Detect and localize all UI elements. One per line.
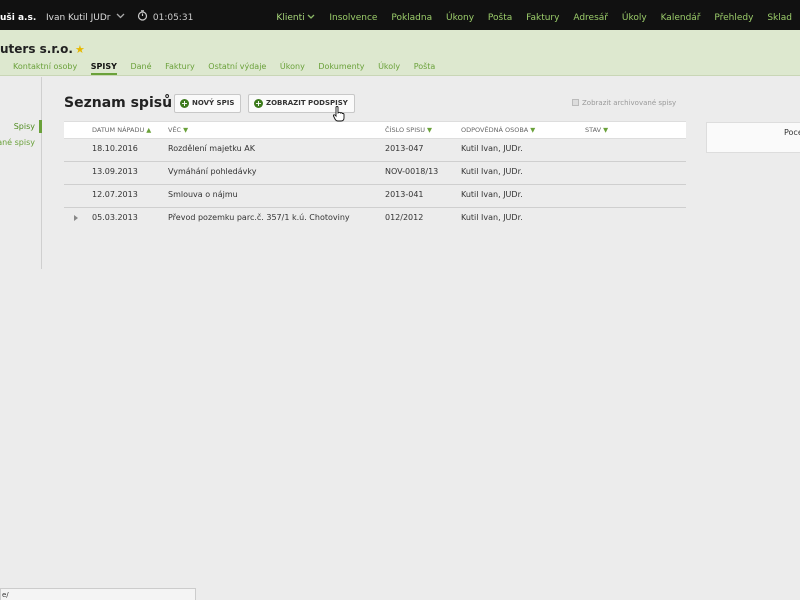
row-matter[interactable]: Převod pozemku parc.č. 357/1 k.ú. Chotov… xyxy=(168,213,350,222)
client-title: uters s.r.o. ★ xyxy=(0,42,85,56)
sort-down-icon: ▼ xyxy=(530,126,536,134)
sort-down-icon: ▼ xyxy=(603,126,609,134)
tab-posta[interactable]: Pošta xyxy=(414,62,436,71)
client-tabs: Kontaktní osoby SPISY Dané Faktury Ostat… xyxy=(13,62,446,75)
cases-table: DATUM NÁPADU ▲ VĚC ▼ ČÍSLO SPISU ▼ ODPOVĚDN… xyxy=(64,121,686,231)
column-header-person[interactable]: ODPOVĚDNÁ OSOBA ▼ xyxy=(461,126,535,134)
stopwatch-icon xyxy=(137,1,148,21)
nav-item-pokladna[interactable]: Pokladna xyxy=(391,13,432,23)
client-header: uters s.r.o. ★ Kontaktní osoby SPISY Dané… xyxy=(0,30,800,76)
tab-faktury[interactable]: Faktury xyxy=(165,62,195,71)
chevron-down-icon xyxy=(308,14,315,19)
timer[interactable]: 01:05:31 xyxy=(137,0,193,30)
nav-item-ukony[interactable]: Úkony xyxy=(446,13,474,23)
nav-item-adresar[interactable]: Adresář xyxy=(573,13,608,23)
row-person: Kutil Ivan, JUDr. xyxy=(461,167,523,176)
user-name: Ivan Kutil JUDr xyxy=(46,13,111,23)
client-name: uters s.r.o. xyxy=(0,42,73,56)
nav-item-sklad[interactable]: Sklad xyxy=(767,13,792,23)
row-person: Kutil Ivan, JUDr. xyxy=(461,190,523,199)
row-matter[interactable]: Smlouva o nájmu xyxy=(168,190,238,199)
expand-row-icon[interactable] xyxy=(74,215,78,221)
main-nav: Klienti Insolvence Pokladna Úkony Pošta … xyxy=(254,0,792,30)
column-header-number[interactable]: ČÍSLO SPISU ▼ xyxy=(385,126,432,134)
sidebar-item-spisy[interactable]: Spisy xyxy=(14,120,43,133)
left-sidebar: Spisy ané spisy xyxy=(0,77,43,269)
new-case-label: NOVÝ SPIS xyxy=(192,99,235,107)
table-header: DATUM NÁPADU ▲ VĚC ▼ ČÍSLO SPISU ▼ ODPOVĚDN… xyxy=(64,121,686,139)
row-number: 2013-041 xyxy=(385,190,424,199)
row-date: 05.03.2013 xyxy=(92,213,138,222)
status-bar: e/ xyxy=(0,588,196,600)
archive-toggle[interactable]: Zobrazit archivované spisy xyxy=(572,99,676,107)
star-icon[interactable]: ★ xyxy=(75,43,85,56)
column-header-matter[interactable]: VĚC ▼ xyxy=(168,126,188,134)
column-header-state[interactable]: STAV ▼ xyxy=(585,126,608,134)
tab-spisy[interactable]: SPISY xyxy=(90,62,117,75)
column-header-date[interactable]: DATUM NÁPADU ▲ xyxy=(92,126,151,134)
archive-checkbox[interactable] xyxy=(572,99,579,106)
tab-ukony[interactable]: Úkony xyxy=(280,62,305,71)
new-case-button[interactable]: + NOVÝ SPIS xyxy=(174,94,242,113)
tab-kontaktni-osoby[interactable]: Kontaktní osoby xyxy=(13,62,77,71)
row-matter[interactable]: Vymáhání pohledávky xyxy=(168,167,256,176)
table-row[interactable]: 05.03.2013 Převod pozemku parc.č. 357/1 … xyxy=(64,208,686,231)
plus-icon: + xyxy=(254,99,263,108)
sort-down-icon: ▼ xyxy=(427,126,432,134)
company-name[interactable]: uši a.s. xyxy=(0,0,36,30)
row-number: NOV-0018/13 xyxy=(385,167,439,176)
summary-card: Pocet xyxy=(706,122,800,153)
row-date: 12.07.2013 xyxy=(92,190,138,199)
nav-item-insolvence[interactable]: Insolvence xyxy=(329,13,377,23)
summary-card-label: Pocet xyxy=(784,128,800,137)
row-date: 18.10.2016 xyxy=(92,144,138,153)
nav-item-faktury[interactable]: Faktury xyxy=(526,13,559,23)
timer-value: 01:05:31 xyxy=(152,13,194,23)
row-date: 13.09.2013 xyxy=(92,167,138,176)
sort-down-icon: ▼ xyxy=(183,126,189,134)
plus-icon: + xyxy=(180,99,189,108)
hand-cursor-icon xyxy=(332,106,345,122)
row-matter[interactable]: Rozdělení majetku AK xyxy=(168,144,255,153)
table-row[interactable]: 12.07.2013 Smlouva o nájmu 2013-041 Kuti… xyxy=(64,185,686,208)
nav-item-ukoly[interactable]: Úkoly xyxy=(622,13,647,23)
tab-dane[interactable]: Dané xyxy=(130,62,151,71)
tab-ukoly[interactable]: Úkoly xyxy=(378,62,400,71)
table-row[interactable]: 13.09.2013 Vymáhání pohledávky NOV-0018/… xyxy=(64,162,686,185)
nav-item-posta[interactable]: Pošta xyxy=(488,13,512,23)
nav-item-klienti[interactable]: Klienti xyxy=(265,13,315,23)
sidebar-item-archived[interactable]: ané spisy xyxy=(0,138,35,147)
tab-ostatni-vydaje[interactable]: Ostatní výdaje xyxy=(208,62,266,71)
page-title: Seznam spisů xyxy=(64,95,173,111)
row-person: Kutil Ivan, JUDr. xyxy=(461,213,523,222)
row-number: 2013-047 xyxy=(385,144,424,153)
top-bar: uši a.s. Ivan Kutil JUDr 01:05:31 Klient… xyxy=(0,0,800,30)
row-number: 012/2012 xyxy=(385,213,424,222)
nav-item-prehledy[interactable]: Přehledy xyxy=(714,13,753,23)
tab-dokumenty[interactable]: Dokumenty xyxy=(318,62,364,71)
user-menu[interactable]: Ivan Kutil JUDr xyxy=(46,0,125,30)
nav-item-kalendar[interactable]: Kalendář xyxy=(661,13,701,23)
sort-up-icon: ▲ xyxy=(146,126,152,134)
table-row[interactable]: 18.10.2016 Rozdělení majetku AK 2013-047… xyxy=(64,139,686,162)
archive-label: Zobrazit archivované spisy xyxy=(582,99,677,107)
row-person: Kutil Ivan, JUDr. xyxy=(461,144,523,153)
